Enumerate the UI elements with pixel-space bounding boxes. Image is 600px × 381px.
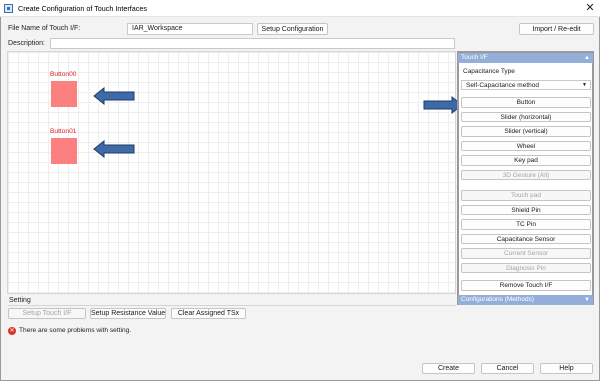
capacitance-type-select[interactable]: Self-Capacitance method ▼ [461,80,591,90]
add-wheel-button[interactable]: Wheel [461,140,591,151]
canvas-button-label: Button00 [50,71,77,78]
description-label: Description: [8,40,45,47]
window-title: Create Configuration of Touch Interfaces [18,4,147,13]
add-3d-gesture-button[interactable]: 3D Gesture (All) [461,169,591,180]
add-keypad-button[interactable]: Key pad [461,155,591,166]
arrow-left-icon [93,140,135,158]
close-icon[interactable]: ✕ [582,1,598,15]
setting-divider [8,305,456,306]
clear-assigned-tsx-button[interactable]: Clear Assigned TSx [171,308,246,319]
help-button[interactable]: Help [540,363,593,374]
panel-title: Touch I/F [461,54,488,61]
import-reedit-button[interactable]: Import / Re-edit [519,23,594,35]
remove-touch-if-button[interactable]: Remove Touch I/F [461,280,591,291]
configurations-methods-header[interactable]: Configurations (Methods) ▼ [458,295,593,305]
capacitance-type-label: Capacitance Type [463,68,515,75]
collapse-icon[interactable]: ▲ [584,53,590,63]
add-diagnosis-pin-button[interactable]: Diagnosis Pin [461,262,591,273]
file-name-label: File Name of Touch I/F: [8,25,81,32]
app-icon [4,4,13,13]
add-slider-vertical-button[interactable]: Slider (vertical) [461,126,591,137]
add-slider-horizontal-button[interactable]: Slider (horizontal) [461,111,591,122]
status-message: There are some problems with setting. [19,327,132,334]
create-button[interactable]: Create [422,363,475,374]
setup-configuration-button[interactable]: Setup Configuration [257,23,328,35]
canvas-button-element[interactable] [51,81,77,107]
error-icon: ✕ [8,327,16,335]
setup-resistance-value-button[interactable]: Setup Resistance Value [90,308,166,319]
expand-icon[interactable]: ▼ [584,295,590,305]
capacitance-type-value: Self-Capacitance method [466,82,539,89]
add-button-button[interactable]: Button [461,97,591,108]
add-tc-pin-button[interactable]: TC Pin [461,219,591,230]
file-name-input[interactable]: IAR_Workspace [127,23,253,35]
setup-touch-if-button[interactable]: Setup Touch I/F [8,308,86,319]
setting-section-label: Setting [9,297,31,304]
chevron-down-icon: ▼ [582,82,587,88]
panel-header: Touch I/F ▲ [458,53,593,63]
add-capacitance-sensor-button[interactable]: Capacitance Sensor [461,233,591,244]
configurations-methods-title: Configurations (Methods) [461,296,534,303]
canvas-button-element[interactable] [51,138,77,164]
description-input[interactable] [50,38,455,49]
arrow-left-icon [93,87,135,105]
add-current-sensor-button[interactable]: Current Sensor [461,248,591,259]
canvas-button-label: Button01 [50,128,77,135]
cancel-button[interactable]: Cancel [481,363,534,374]
add-touch-pad-button[interactable]: Touch pad [461,190,591,201]
add-shield-pin-button[interactable]: Shield Pin [461,204,591,215]
